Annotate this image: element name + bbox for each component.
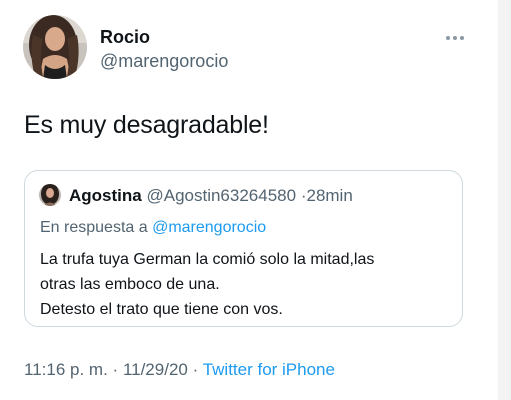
more-horizontal-icon[interactable] (440, 28, 470, 48)
tweet-source-link[interactable]: Twitter for iPhone (203, 360, 335, 379)
quoted-text-line: otras las emboco de una. (40, 276, 220, 293)
author-avatar[interactable] (23, 15, 87, 79)
author-handle[interactable]: @marengorocio (100, 51, 228, 72)
quoted-text-line: Detesto el trato que tiene con vos. (40, 301, 283, 318)
reply-context: En respuesta a @marengorocio (40, 219, 266, 237)
tweet-time[interactable]: 11:16 p. m. (24, 360, 108, 379)
window-edge (498, 0, 511, 400)
separator-dot: · (112, 360, 119, 379)
quoted-text-line: La trufa tuya German la comió solo la mi… (40, 251, 375, 268)
reply-prefix: En respuesta a (40, 219, 148, 236)
quoted-tweet-time[interactable]: 28min (306, 186, 352, 205)
separator-dot: · (192, 360, 199, 379)
quoted-author-handle[interactable]: @Agostin63264580 (146, 186, 296, 205)
author-name[interactable]: Rocio (100, 27, 150, 48)
quoted-tweet-text: La trufa tuya German la comió solo la mi… (40, 247, 374, 322)
reply-to-link[interactable]: @marengorocio (152, 219, 266, 236)
quoted-tweet-card[interactable]: Agostina @Agostin63264580 ·28min En resp… (24, 170, 463, 327)
quoted-author-avatar[interactable] (39, 184, 61, 206)
tweet-text: Es muy desagradable! (24, 111, 269, 139)
quoted-author-name[interactable]: Agostina (69, 186, 142, 205)
tweet-date[interactable]: 11/29/20 (123, 360, 188, 379)
tweet-metadata: 11:16 p. m. · 11/29/20 · Twitter for iPh… (24, 360, 335, 380)
quoted-tweet-header: Agostina @Agostin63264580 ·28min (69, 186, 353, 206)
